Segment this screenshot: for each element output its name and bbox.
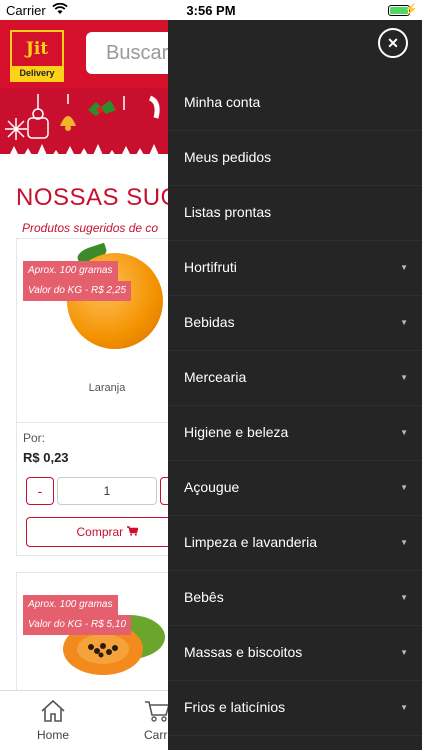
menu-item-label: Mercearia xyxy=(184,369,247,385)
price-per-kg-tag: Valor do KG - R$ 2,25 xyxy=(23,281,132,301)
chevron-down-icon: ▼ xyxy=(400,593,408,602)
menu-item-label: Limpeza e lavanderia xyxy=(184,534,318,550)
status-bar: Carrier 3:56 PM ⚡ xyxy=(0,0,422,20)
chevron-down-icon: ▼ xyxy=(400,648,408,657)
menu-item[interactable]: Mercearia ▼ xyxy=(168,350,422,405)
menu-item-label: Minha conta xyxy=(184,94,261,110)
weight-tag: Aprox. 100 gramas xyxy=(23,261,118,281)
menu-item[interactable]: Hortifruti ▼ xyxy=(168,240,422,295)
menu-item[interactable]: Listas prontas xyxy=(168,185,422,240)
side-drawer: ✕ Minha conta Meus pedidos Listas prontas H… xyxy=(168,20,422,750)
chevron-down-icon: ▼ xyxy=(400,373,408,382)
clock: 3:56 PM xyxy=(186,3,236,18)
close-drawer-button[interactable]: ✕ xyxy=(378,28,408,58)
menu-item[interactable]: Bebidas ▼ xyxy=(168,295,422,350)
menu-item[interactable]: Açougue ▼ xyxy=(168,460,422,515)
chevron-down-icon: ▼ xyxy=(400,428,408,437)
menu-item-label: Bebês xyxy=(184,589,224,605)
chevron-down-icon: ▼ xyxy=(400,703,408,712)
price-per-kg-tag: Valor do KG - R$ 5,10 xyxy=(23,615,132,635)
chevron-down-icon: ▼ xyxy=(400,538,408,547)
menu-item-label: Bebidas xyxy=(184,314,235,330)
menu-item-label: Higiene e beleza xyxy=(184,424,289,440)
screen: Carrier 3:56 PM ⚡ Jit Delivery Buscar NO… xyxy=(0,0,422,750)
weight-tag: Aprox. 100 gramas xyxy=(23,595,118,615)
menu-item-label: Frios e laticínios xyxy=(184,699,286,715)
chevron-down-icon: ▼ xyxy=(400,263,408,272)
drawer-backdrop[interactable] xyxy=(0,20,168,750)
menu-item[interactable]: Bebês ▼ xyxy=(168,570,422,625)
menu-divider xyxy=(168,735,422,736)
chevron-down-icon: ▼ xyxy=(400,483,408,492)
menu-item[interactable]: Limpeza e lavanderia ▼ xyxy=(168,515,422,570)
menu-item-label: Açougue xyxy=(184,479,240,495)
menu-item-label: Massas e biscoitos xyxy=(184,644,303,660)
menu-item-label: Hortifruti xyxy=(184,259,237,275)
charging-icon: ⚡ xyxy=(404,4,418,16)
menu-item[interactable]: Meus pedidos xyxy=(168,130,422,185)
chevron-down-icon: ▼ xyxy=(400,318,408,327)
close-icon: ✕ xyxy=(387,35,399,51)
menu-item[interactable]: Massas e biscoitos ▼ xyxy=(168,625,422,680)
menu-item[interactable]: Higiene e beleza ▼ xyxy=(168,405,422,460)
menu-item-label: Listas prontas xyxy=(184,204,272,220)
menu-item-label: Meus pedidos xyxy=(184,149,272,165)
menu-item[interactable]: Minha conta xyxy=(168,75,422,130)
menu-item[interactable]: Frios e laticínios ▼ xyxy=(168,680,422,735)
